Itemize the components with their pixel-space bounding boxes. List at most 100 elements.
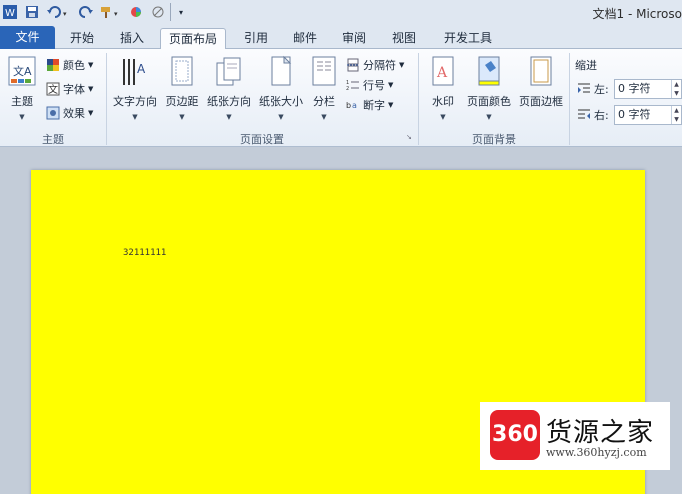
indent-title: 缩进: [575, 59, 597, 72]
theme-effects-button[interactable]: 效果 ▼: [46, 103, 93, 123]
svg-text:文: 文: [48, 83, 58, 96]
window-title: 文档1 - Microso: [592, 7, 682, 21]
color-palette-icon: [46, 58, 60, 72]
margins-button[interactable]: 页边距 ▼: [162, 51, 202, 123]
themes-group-label: 主题: [42, 133, 64, 146]
tab-view[interactable]: 视图: [384, 28, 424, 49]
page-setup-group-label: 页面设置: [240, 133, 284, 146]
chevron-down-icon: ▼: [486, 113, 492, 121]
chevron-down-icon: ▼: [440, 113, 446, 121]
svg-text:W: W: [5, 8, 15, 19]
clear-format-icon[interactable]: [150, 3, 166, 21]
orientation-icon: [214, 55, 244, 89]
spin-arrows-icon[interactable]: ▲ ▼: [671, 106, 681, 124]
watermark-icon: A: [428, 55, 458, 89]
tab-mailings[interactable]: 邮件: [285, 28, 325, 49]
page-borders-icon: [526, 55, 556, 89]
orientation-button[interactable]: 纸张方向 ▼: [204, 51, 254, 123]
svg-text:2: 2: [346, 86, 349, 92]
save-icon[interactable]: [24, 3, 40, 21]
ribbon-page-layout: 文A 主题 ▼ 颜色 ▼ 文 字体 ▼ 效果 ▼ 主题 A 文字方向 ▼ 页边距…: [0, 49, 682, 147]
title-bar: W ▾ ▾ ▾ 文档1 - Microso: [0, 0, 682, 25]
indent-left-value: 0 字符: [618, 82, 651, 95]
svg-text:A: A: [436, 65, 448, 81]
tab-file[interactable]: 文件: [0, 26, 55, 49]
chevron-down-icon: ▼: [179, 113, 185, 121]
page-borders-button[interactable]: 页面边框: [516, 51, 566, 123]
themes-icon: 文A: [7, 55, 37, 89]
theme-colors-button[interactable]: 颜色 ▼: [46, 55, 93, 75]
svg-text:▾: ▾: [114, 10, 118, 18]
chevron-down-icon: ▼: [88, 85, 94, 93]
hyphenation-button[interactable]: ba 断字 ▼: [346, 95, 393, 115]
hyphenation-label: 断字: [363, 99, 385, 112]
customize-qat-icon[interactable]: ▾: [176, 3, 186, 21]
effects-icon: [46, 106, 60, 120]
document-text[interactable]: 32111111: [123, 248, 166, 258]
redo-icon[interactable]: [78, 3, 94, 21]
chevron-down-icon: ▼: [399, 61, 405, 69]
tab-page-layout[interactable]: 页面布局: [160, 28, 226, 50]
tab-references[interactable]: 引用: [236, 28, 276, 49]
tab-insert[interactable]: 插入: [112, 28, 152, 49]
svg-text:a: a: [352, 101, 357, 110]
indent-left-icon: [577, 82, 591, 96]
watermark-button[interactable]: A 水印 ▼: [424, 51, 462, 123]
qat-separator: [170, 3, 174, 21]
tab-review[interactable]: 审阅: [334, 28, 374, 49]
watermark-url: www.360hyzj.com: [546, 446, 647, 459]
page-size-label: 纸张大小: [259, 95, 303, 108]
word-app-icon[interactable]: W: [2, 3, 18, 21]
page-size-button[interactable]: 纸张大小 ▼: [256, 51, 306, 123]
chevron-down-icon: ▼: [88, 61, 94, 69]
text-direction-icon: A: [120, 55, 150, 89]
tab-developer[interactable]: 开发工具: [436, 28, 500, 49]
columns-button[interactable]: 分栏 ▼: [308, 51, 340, 123]
margins-label: 页边距: [165, 95, 199, 108]
orientation-label: 纸张方向: [207, 95, 251, 108]
columns-icon: [309, 55, 339, 89]
ribbon-tab-row: 文件 开始 插入 页面布局 引用 邮件 审阅 视图 开发工具: [0, 25, 682, 50]
page-color-label: 页面颜色: [467, 95, 511, 108]
indent-left-row: 左:: [577, 79, 609, 99]
page-color-icon: [474, 55, 504, 89]
site-watermark: 360 货源之家 www.360hyzj.com: [480, 402, 670, 470]
watermark-logo: 360: [490, 410, 540, 460]
indent-right-icon: [577, 108, 591, 122]
svg-text:b: b: [346, 101, 351, 110]
themes-button[interactable]: 文A 主题 ▼: [4, 51, 40, 123]
themes-label: 主题: [11, 95, 33, 108]
breaks-icon: [346, 58, 360, 72]
chevron-down-icon: ▼: [388, 101, 394, 109]
tab-home[interactable]: 开始: [62, 28, 102, 49]
svg-text:▾: ▾: [63, 10, 67, 18]
theme-effects-label: 效果: [63, 107, 85, 120]
font-icon: 文: [46, 82, 60, 96]
format-painter-icon[interactable]: ▾: [98, 3, 124, 21]
indent-right-value: 0 字符: [618, 108, 651, 121]
page-color-button[interactable]: 页面颜色 ▼: [464, 51, 514, 123]
chevron-down-icon: ▼: [132, 113, 138, 121]
indent-right-row: 右:: [577, 105, 609, 125]
page-size-icon: [266, 55, 296, 89]
theme-fonts-button[interactable]: 文 字体 ▼: [46, 79, 93, 99]
breaks-button[interactable]: 分隔符 ▼: [346, 55, 404, 75]
svg-text:文A: 文A: [13, 64, 32, 78]
indent-right-label: 右:: [594, 109, 609, 122]
indent-left-input[interactable]: 0 字符 ▲ ▼: [614, 79, 682, 99]
line-numbers-button[interactable]: 12 行号 ▼: [346, 75, 393, 95]
theme-fonts-label: 字体: [63, 83, 85, 96]
chevron-down-icon: ▼: [278, 113, 284, 121]
chevron-down-icon: ▼: [19, 113, 25, 121]
watermark-label: 水印: [432, 95, 454, 108]
hyphenation-icon: ba: [346, 98, 360, 112]
spin-arrows-icon[interactable]: ▲ ▼: [671, 80, 681, 98]
line-numbers-icon: 12: [346, 78, 360, 92]
undo-icon[interactable]: ▾: [46, 3, 72, 21]
indent-right-input[interactable]: 0 字符 ▲ ▼: [614, 105, 682, 125]
color-wheel-icon[interactable]: [128, 3, 144, 21]
columns-label: 分栏: [313, 95, 335, 108]
dialog-launcher-icon[interactable]: ↘: [406, 133, 412, 141]
margins-icon: [167, 55, 197, 89]
text-direction-button[interactable]: A 文字方向 ▼: [110, 51, 160, 123]
